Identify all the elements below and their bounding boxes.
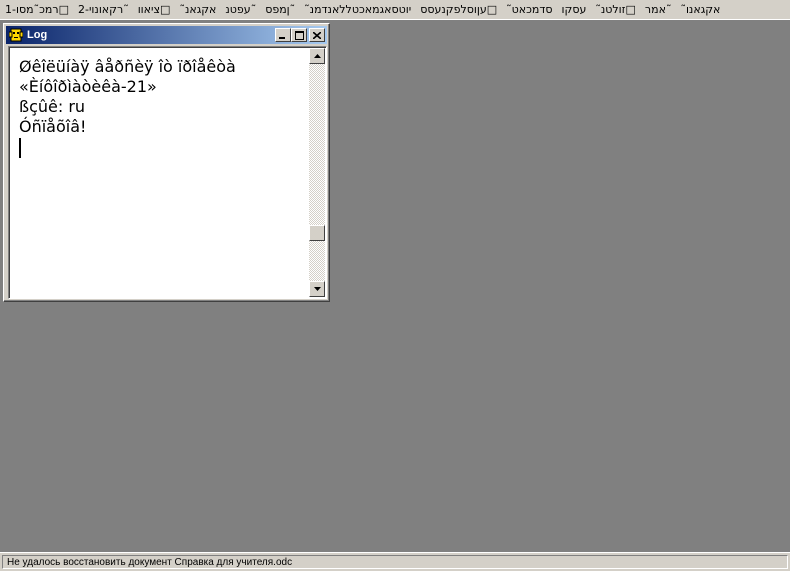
log-line-2: «Èíôîðìàòèêà-21»	[19, 77, 157, 96]
log-line-4: Óñïåõîâ!	[19, 117, 87, 136]
vertical-scrollbar[interactable]	[309, 48, 325, 297]
log-text-area[interactable]: Øêîëüíàÿ âåðñèÿ îò ïðîåêòà «Èíôîðìàòèêà-…	[8, 46, 327, 299]
menu-item-2[interactable]: 2-רקאונוי˜	[73, 3, 133, 16]
menu-item-10[interactable]: עסקו	[557, 3, 591, 16]
log-line-3: ßçûê: ru	[19, 97, 86, 116]
scroll-thumb[interactable]	[309, 225, 325, 241]
arrow-down-icon	[313, 287, 321, 291]
menu-item-11[interactable]: ˜זולטנ□	[590, 3, 640, 16]
menu-item-12[interactable]: אמר˜	[640, 3, 676, 16]
close-button[interactable]	[309, 28, 325, 42]
menu-item-9[interactable]: ˜סדמכאט	[501, 3, 556, 16]
log-line-1: Øêîëüíàÿ âåðñèÿ îò ïðîåêòà	[19, 57, 236, 76]
window-title: Log	[27, 29, 48, 41]
arrow-up-icon	[313, 54, 321, 58]
maximize-icon	[294, 30, 304, 40]
text-caret	[19, 138, 21, 158]
menu-item-6[interactable]: ןמפס˜	[260, 3, 299, 16]
menu-item-4[interactable]: ˜אקגאנ	[174, 3, 220, 16]
menu-item-1[interactable]: 1-רמכ˜מסו□	[0, 3, 73, 16]
status-text: Не удалось восстановить документ Справка…	[2, 555, 788, 569]
minimize-icon	[279, 36, 285, 39]
menu-item-13[interactable]: ˜אקגאנו	[675, 3, 724, 16]
menu-item-8[interactable]: עןוסלפקנעסס□	[415, 3, 501, 16]
menu-bar: 1-רמכ˜מסו□ 2-רקאונוי˜ ציאוו□ ˜אקגאנ עפטנ…	[0, 0, 790, 20]
scroll-down-button[interactable]	[309, 281, 325, 297]
close-icon	[313, 31, 321, 39]
log-window-titlebar[interactable]: Log	[6, 26, 327, 44]
menu-item-3[interactable]: ציאוו□	[133, 3, 175, 16]
minimize-button[interactable]	[275, 28, 291, 42]
maximize-button[interactable]	[291, 28, 307, 42]
menu-item-7[interactable]: ˜יוטסאגמאכטללאנדמנ	[299, 3, 415, 16]
app-icon[interactable]	[8, 27, 24, 43]
menu-item-5[interactable]: עפטנ˜	[220, 3, 260, 16]
scroll-up-button[interactable]	[309, 48, 325, 64]
status-bar: Не удалось восстановить документ Справка…	[0, 552, 790, 571]
log-window[interactable]: Log Øêîëüíàÿ âåðñèÿ îò ïðîåêòà «Èíôîðìàò…	[3, 23, 330, 302]
